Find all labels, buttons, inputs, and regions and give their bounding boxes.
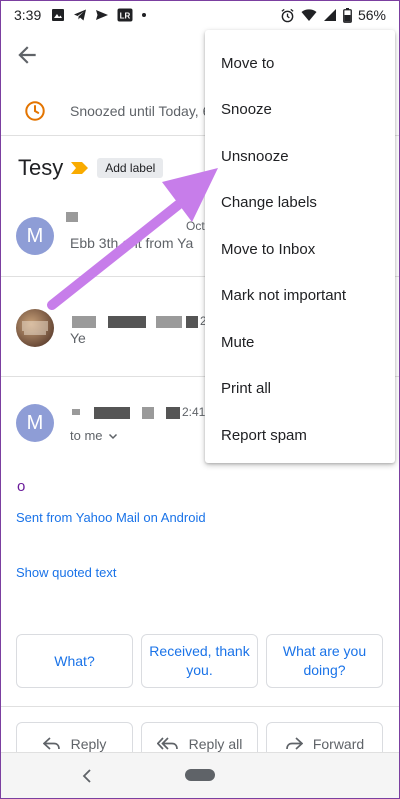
smart-reply-what[interactable]: What? — [16, 634, 133, 688]
message-date: Oct — [186, 219, 205, 233]
message-snippet: Ebb 3th ent from Ya — [70, 235, 194, 251]
avatar-photo-image — [22, 321, 48, 335]
overflow-menu: Move to Snooze Unsnooze Change labels Mo… — [205, 30, 395, 463]
avatar[interactable] — [16, 309, 54, 347]
send-icon — [96, 10, 109, 20]
image-icon — [52, 9, 65, 21]
system-icons: 56% — [280, 7, 386, 23]
menu-item-change-labels[interactable]: Change labels — [205, 180, 395, 227]
menu-item-move-to[interactable]: Move to — [205, 40, 395, 87]
battery-icon — [343, 7, 352, 23]
reply-label: Reply — [70, 736, 107, 752]
svg-text:LR: LR — [120, 12, 131, 21]
menu-item-mute[interactable]: Mute — [205, 319, 395, 366]
alarm-icon — [281, 8, 294, 22]
signal-icon — [323, 9, 336, 21]
email-subject-row: Tesy Add label — [18, 155, 164, 181]
back-arrow-icon[interactable] — [14, 42, 40, 68]
clock-icon — [25, 100, 45, 121]
add-label-chip[interactable]: Add label — [97, 158, 164, 178]
redacted-sender — [108, 316, 146, 328]
menu-item-snooze[interactable]: Snooze — [205, 87, 395, 134]
notification-icons: LR — [51, 8, 147, 22]
redacted-sender — [72, 316, 96, 328]
redacted-sender — [66, 212, 78, 222]
avatar[interactable]: M — [16, 217, 54, 255]
status-bar: 3:39 LR 56% — [0, 0, 400, 30]
redacted-sender — [94, 407, 130, 419]
avatar[interactable]: M — [16, 404, 54, 442]
redacted-sender — [166, 407, 180, 419]
email-subject: Tesy — [18, 155, 64, 180]
recipient-details[interactable]: to me — [70, 428, 119, 443]
reply-all-label: Reply all — [188, 736, 243, 752]
forward-label: Forward — [312, 736, 365, 752]
telegram-icon — [74, 9, 87, 21]
redacted-sender — [156, 316, 182, 328]
menu-item-report-spam[interactable]: Report spam — [205, 412, 395, 459]
reply-all-icon — [156, 737, 178, 750]
menu-item-print-all[interactable]: Print all — [205, 366, 395, 413]
label-tag-icon — [71, 162, 89, 174]
message-date: 2:41 — [182, 405, 206, 419]
wifi-icon — [301, 9, 317, 21]
nav-back-icon[interactable] — [80, 767, 94, 785]
menu-item-move-to-inbox[interactable]: Move to Inbox — [205, 226, 395, 273]
forward-icon — [285, 737, 303, 750]
signature-link[interactable]: Sent from Yahoo Mail on Android — [16, 510, 206, 525]
to-me-label: to me — [70, 428, 103, 443]
show-quoted-text-link[interactable]: Show quoted text — [16, 565, 116, 580]
snooze-text: Snoozed until Today, 6 — [70, 102, 211, 119]
smart-reply-received[interactable]: Received, thank you. — [141, 634, 258, 688]
battery-percent: 56% — [357, 7, 386, 23]
actions-divider — [0, 706, 400, 707]
status-time: 3:39 — [14, 7, 42, 23]
lr-app-icon: LR — [117, 8, 133, 22]
menu-item-unsnooze[interactable]: Unsnooze — [205, 133, 395, 180]
menu-item-mark-not-important[interactable]: Mark not important — [205, 273, 395, 320]
redacted-sender — [186, 316, 198, 328]
redacted-sender — [72, 409, 80, 415]
message-body-text: o — [17, 478, 26, 495]
reply-icon — [42, 737, 60, 750]
nav-home-pill[interactable] — [185, 769, 215, 781]
dot-icon — [142, 13, 147, 17]
chevron-down-icon — [108, 433, 117, 439]
smart-reply-what-doing[interactable]: What are you doing? — [266, 634, 383, 688]
redacted-sender — [142, 407, 154, 419]
message-snippet: Ye — [70, 330, 86, 346]
system-navigation-bar — [0, 752, 400, 799]
